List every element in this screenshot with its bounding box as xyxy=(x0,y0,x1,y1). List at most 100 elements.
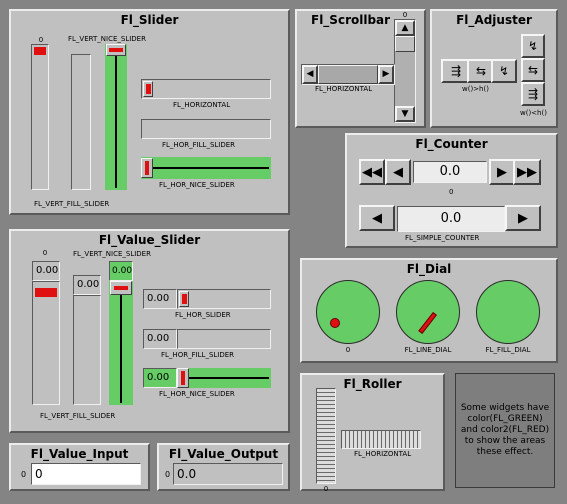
vert-scrollbar[interactable]: ▲ ▼ xyxy=(394,19,416,123)
normal-dial[interactable] xyxy=(316,280,380,344)
vert-roller[interactable] xyxy=(316,388,336,484)
vert-scrollbar-thumb[interactable] xyxy=(395,36,415,52)
simple-counter-increment-button[interactable]: ▶ xyxy=(505,205,541,231)
value-output-panel-title: Fl_Value_Output xyxy=(168,447,279,461)
hor-slider-label: FL_HORIZONTAL xyxy=(173,101,231,109)
value-output-label: 0 xyxy=(165,470,171,479)
value-vert-fill-slider[interactable] xyxy=(73,295,101,405)
vert-slider[interactable] xyxy=(31,44,49,190)
adjuster-panel: Fl_Adjuster ⇶ ⇆ ↯ w()>h() ↯ ⇆ ⇶ w()<h() xyxy=(430,9,558,128)
value-vert-nice-slider-track xyxy=(120,283,122,403)
fill-dial-label: FL_FILL_DIAL xyxy=(485,346,531,354)
hor-scrollbar[interactable]: ◀ ▶ xyxy=(301,64,395,85)
counter-value-field[interactable]: 0.0 xyxy=(413,161,487,183)
value-vert-nice-slider-label: FL_VERT_NICE_SLIDER xyxy=(73,250,151,258)
scrollbar-panel: Fl_Scrollbar 0 ▲ ▼ ◀ ▶ FL_HORIZONTAL xyxy=(295,9,426,128)
info-note-box: Some widgets have color(FL_GREEN) and co… xyxy=(455,373,555,488)
hor-fill-slider[interactable] xyxy=(141,119,271,139)
value-hor-nice-knob-mark xyxy=(181,371,185,385)
vert-nice-slider-track xyxy=(115,46,117,188)
scroll-left-button[interactable]: ◀ xyxy=(302,65,318,84)
value-slider-panel-title: Fl_Value_Slider xyxy=(98,233,201,247)
counter-fast-decrement-button[interactable]: ◀◀ xyxy=(359,159,385,185)
vert-fill-slider-label: FL_VERT_FILL_SLIDER xyxy=(34,200,110,208)
value-input-panel-title: Fl_Value_Input xyxy=(30,447,129,461)
simple-counter-decrement-button[interactable]: ◀ xyxy=(359,205,395,231)
normal-dial-label: 0 xyxy=(345,346,351,354)
value-hor-slider[interactable] xyxy=(177,289,271,309)
hor-nice-slider-knob[interactable] xyxy=(141,158,153,178)
value-hor-slider-knob[interactable] xyxy=(179,291,189,307)
counter-label: 0 xyxy=(449,188,454,196)
adjuster-tall-slow-button[interactable]: ↯ xyxy=(521,34,545,58)
hor-roller-label: FL_HORIZONTAL xyxy=(354,450,412,458)
simple-counter-label: FL_SIMPLE_COUNTER xyxy=(405,234,480,242)
value-vert-fill-slider-value: 0.00 xyxy=(73,275,101,295)
value-hor-nice-slider-track xyxy=(179,377,269,379)
counter-decrement-button[interactable]: ◀ xyxy=(385,159,411,185)
counter-panel-title: Fl_Counter xyxy=(415,137,488,151)
value-hor-fill-slider-value: 0.00 xyxy=(143,329,177,349)
adjuster-panel-title: Fl_Adjuster xyxy=(456,13,532,27)
adjuster-tall-fast-button[interactable]: ⇶ xyxy=(521,82,545,106)
vert-scrollbar-value: 0 xyxy=(402,11,408,19)
value-input-panel: Fl_Value_Input 0 0 xyxy=(9,443,150,491)
hor-fill-slider-label: FL_HOR_FILL_SLIDER xyxy=(162,141,236,149)
adjuster-tall-label: w()<h() xyxy=(520,109,547,117)
adjuster-slow-button[interactable]: ↯ xyxy=(491,59,517,83)
vert-nice-slider-knob[interactable] xyxy=(106,44,126,56)
value-hor-slider-value: 0.00 xyxy=(143,289,177,309)
vert-slider-knob[interactable] xyxy=(34,47,46,55)
value-vert-nice-slider-value: 0.00 xyxy=(109,261,133,281)
slider-panel-title: Fl_Slider xyxy=(120,13,179,27)
hor-scrollbar-thumb[interactable] xyxy=(318,65,378,84)
value-hor-fill-slider[interactable] xyxy=(177,329,271,349)
hor-slider-knob[interactable] xyxy=(143,81,153,97)
value-hor-fill-slider-label: FL_HOR_FILL_SLIDER xyxy=(161,351,235,359)
scroll-up-button[interactable]: ▲ xyxy=(395,20,415,36)
dial-panel: Fl_Dial 0 FL_LINE_DIAL FL_FILL_DIAL xyxy=(300,258,558,363)
vert-nice-slider-label: FL_VERT_NICE_SLIDER xyxy=(68,35,146,43)
value-output-panel: Fl_Value_Output 0 0.0 xyxy=(157,443,290,491)
normal-dial-indicator xyxy=(330,318,340,328)
hor-roller[interactable] xyxy=(341,430,421,449)
value-vert-slider-value-label: 0 xyxy=(42,249,48,257)
hor-nice-knob-mark xyxy=(145,161,149,175)
value-vert-fill-slider-label: FL_VERT_FILL_SLIDER xyxy=(40,412,116,420)
hor-slider-knob-mark xyxy=(146,84,151,94)
line-dial-label: FL_LINE_DIAL xyxy=(404,346,452,354)
scroll-down-button[interactable]: ▼ xyxy=(395,106,415,122)
value-vert-slider-value: 0.00 xyxy=(32,261,60,281)
value-input-label: 0 xyxy=(21,470,27,479)
value-vert-slider-knob[interactable] xyxy=(35,288,57,297)
vert-fill-slider[interactable] xyxy=(71,54,91,190)
hor-nice-slider-track xyxy=(143,167,269,169)
value-vert-nice-slider-knob[interactable] xyxy=(110,281,132,295)
value-hor-nice-slider-label: FL_HOR_NICE_SLIDER xyxy=(159,390,235,398)
vert-nice-knob-mark xyxy=(109,48,123,52)
adjuster-wide-label: w()>h() xyxy=(462,85,489,93)
value-hor-nice-slider-value: 0.00 xyxy=(143,368,177,388)
value-vert-nice-knob-mark xyxy=(114,286,128,290)
counter-fast-increment-button[interactable]: ▶▶ xyxy=(513,159,541,185)
counter-increment-button[interactable]: ▶ xyxy=(489,159,515,185)
value-hor-nice-slider-knob[interactable] xyxy=(177,368,189,388)
line-dial[interactable] xyxy=(396,280,460,344)
fill-dial[interactable] xyxy=(476,280,540,344)
vert-slider-value-label: 0 xyxy=(38,36,44,44)
adjuster-tall-medium-button[interactable]: ⇆ xyxy=(521,58,545,82)
hor-nice-slider-label: FL_HOR_NICE_SLIDER xyxy=(159,181,235,189)
hor-scrollbar-label: FL_HORIZONTAL xyxy=(315,85,373,93)
line-dial-needle xyxy=(418,311,437,334)
value-hor-slider-knob-mark xyxy=(182,294,187,304)
value-hor-slider-label: FL_HOR_SLIDER xyxy=(175,311,231,319)
value-slider-panel: Fl_Value_Slider 0 FL_VERT_NICE_SLIDER 0.… xyxy=(9,229,290,433)
value-vert-slider[interactable] xyxy=(32,281,60,405)
simple-counter-value-field[interactable]: 0.0 xyxy=(397,206,505,232)
info-note-text: Some widgets have color(FL_GREEN) and co… xyxy=(460,403,550,457)
hor-slider[interactable] xyxy=(141,79,271,99)
roller-panel: Fl_Roller 0 FL_HORIZONTAL xyxy=(300,373,445,493)
value-output-field: 0.0 xyxy=(173,463,283,485)
value-input-field[interactable]: 0 xyxy=(31,463,141,485)
scroll-right-button[interactable]: ▶ xyxy=(378,65,394,84)
